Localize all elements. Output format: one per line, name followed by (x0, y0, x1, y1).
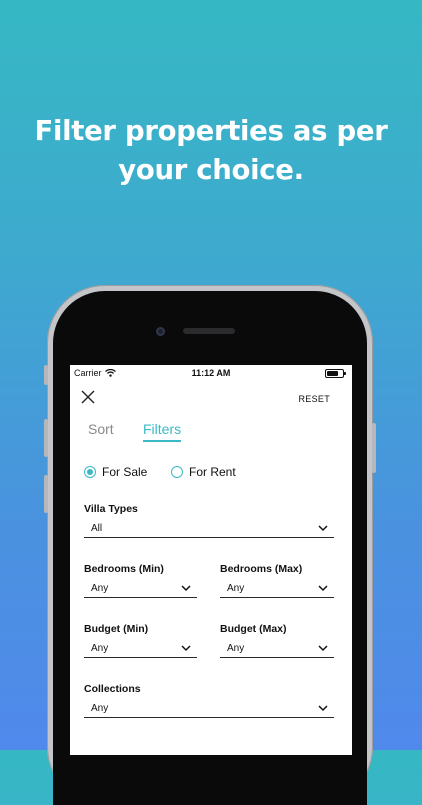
villa-types-value: All (91, 523, 103, 534)
radio-selected-icon (84, 466, 96, 478)
tab-filters[interactable]: Filters (143, 421, 182, 442)
for-sale-label: For Sale (102, 465, 148, 479)
headline: Filter properties as per your choice. (0, 112, 422, 190)
chevron-down-icon (318, 525, 328, 532)
power-button (372, 423, 376, 473)
reset-button[interactable]: RESET (298, 394, 330, 404)
front-camera (156, 327, 165, 336)
bedrooms-min-label: Bedrooms (Min) (84, 563, 164, 575)
bedrooms-max-value: Any (227, 583, 245, 594)
budget-min-value: Any (91, 643, 109, 654)
app-screen: Carrier 11:12 AM RESET Sort Filters For … (70, 365, 352, 755)
chevron-down-icon (318, 705, 328, 712)
budget-min-label: Budget (Min) (84, 623, 149, 635)
for-rent-label: For Rent (189, 465, 236, 479)
collections-value: Any (91, 703, 109, 714)
status-time: 11:12 AM (191, 368, 231, 378)
headline-line-2: your choice. (118, 154, 304, 186)
for-rent-radio[interactable]: For Rent (171, 465, 258, 479)
bedrooms-max-select[interactable]: Any (220, 583, 334, 598)
close-icon[interactable] (81, 390, 95, 404)
chevron-down-icon (181, 585, 191, 592)
budget-max-select[interactable]: Any (220, 643, 334, 658)
earpiece-speaker (183, 328, 235, 334)
for-sale-radio[interactable]: For Sale (84, 465, 171, 479)
listing-type-radio-group: For Sale For Rent (84, 465, 258, 479)
chevron-down-icon (318, 585, 328, 592)
chevron-down-icon (181, 645, 191, 652)
status-bar: Carrier 11:12 AM (70, 365, 352, 383)
headline-line-1: Filter properties as per (34, 115, 388, 147)
budget-min-select[interactable]: Any (84, 643, 197, 658)
chevron-down-icon (318, 645, 328, 652)
volume-up-button (44, 419, 48, 457)
villa-types-select[interactable]: All (84, 523, 334, 538)
budget-max-label: Budget (Max) (220, 623, 287, 635)
volume-down-button (44, 475, 48, 513)
collections-label: Collections (84, 683, 141, 695)
tab-sort[interactable]: Sort (88, 421, 114, 437)
bedrooms-max-label: Bedrooms (Max) (220, 563, 303, 575)
bedrooms-min-select[interactable]: Any (84, 583, 197, 598)
budget-max-value: Any (227, 643, 245, 654)
villa-types-label: Villa Types (84, 503, 138, 515)
mute-switch (44, 365, 48, 385)
battery-icon (325, 369, 346, 378)
collections-select[interactable]: Any (84, 703, 334, 718)
bedrooms-min-value: Any (91, 583, 109, 594)
radio-unselected-icon (171, 466, 183, 478)
